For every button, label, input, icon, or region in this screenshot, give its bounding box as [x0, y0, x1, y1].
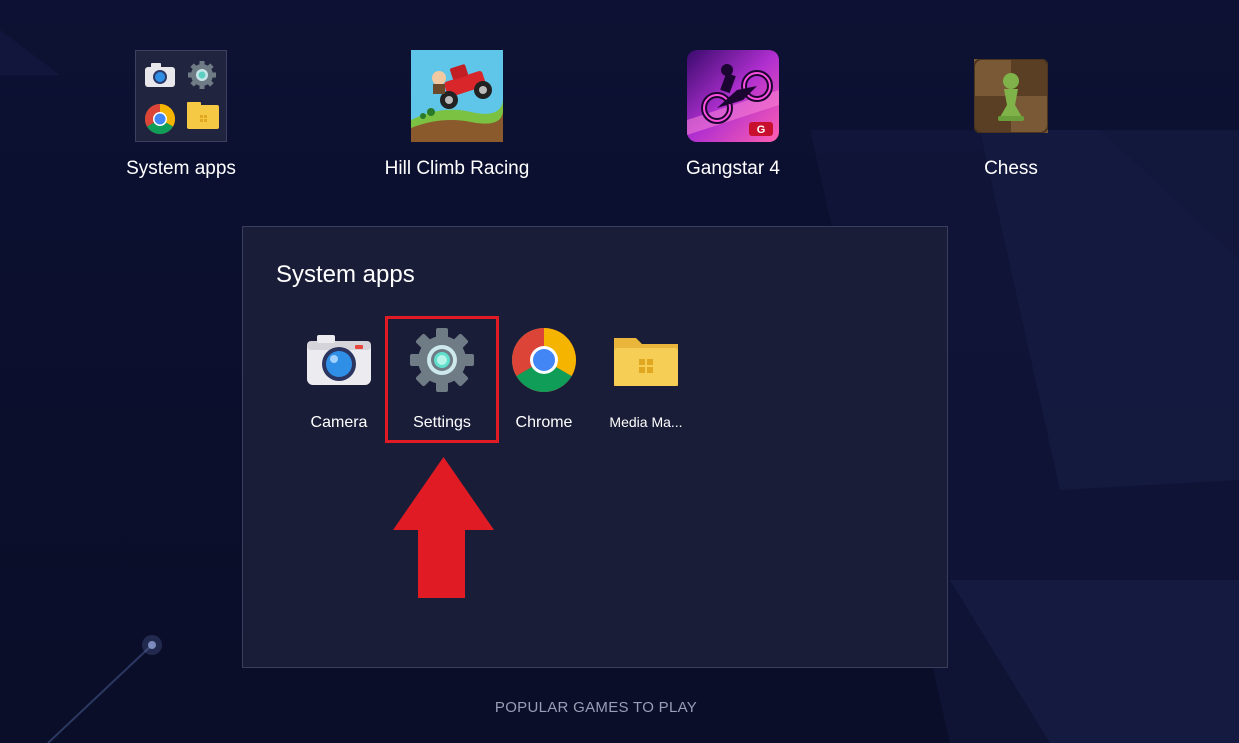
- system-apps-folder-panel: System apps Camera Settings Chrome Media…: [242, 226, 948, 668]
- desktop-app-system-apps[interactable]: System apps: [81, 50, 281, 180]
- desktop-app-label: Chess: [984, 158, 1038, 179]
- system-apps-folder-icon: [135, 50, 227, 142]
- camera-icon: [304, 325, 374, 395]
- desktop-app-gangstar-4[interactable]: G Gangstar 4: [633, 50, 833, 180]
- desktop-app-chess[interactable]: Chess: [911, 50, 1111, 180]
- desktop-app-label: Gangstar 4: [686, 158, 780, 179]
- settings-highlight-box: [385, 316, 499, 443]
- folder-app-label: Chrome: [515, 414, 573, 431]
- chess-icon: [965, 50, 1057, 142]
- folder-title: System apps: [276, 261, 415, 288]
- media-manager-folder-icon: [611, 325, 681, 395]
- svg-text:G: G: [757, 124, 766, 136]
- desktop-app-hill-climb-racing[interactable]: Hill Climb Racing: [357, 50, 557, 180]
- hill-climb-racing-icon: [411, 50, 503, 142]
- home-screen: System apps Hill Climb Racing G Gangstar…: [0, 0, 1239, 743]
- folder-app-label: Media Ma...: [609, 414, 683, 430]
- up-arrow-icon: [393, 457, 494, 598]
- gangstar-4-icon: G: [687, 50, 779, 142]
- desktop-app-label: System apps: [126, 158, 236, 179]
- popular-games-link[interactable]: POPULAR GAMES TO PLAY: [0, 699, 1192, 716]
- folder-app-label: Camera: [310, 414, 368, 431]
- folder-app-media-manager[interactable]: Media Ma...: [596, 325, 696, 430]
- folder-app-camera[interactable]: Camera: [289, 325, 389, 432]
- chrome-icon: [509, 325, 579, 395]
- folder-app-chrome[interactable]: Chrome: [494, 325, 594, 432]
- desktop-app-label: Hill Climb Racing: [384, 158, 530, 179]
